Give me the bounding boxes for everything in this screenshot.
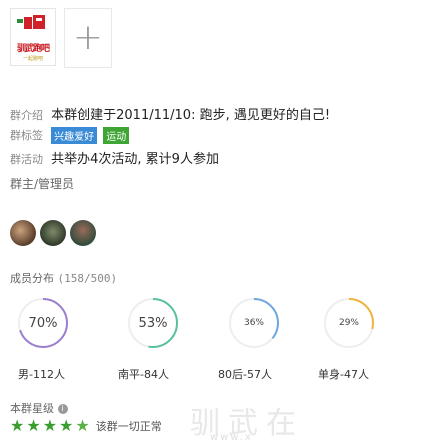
activity-label: 群活动 [10, 153, 43, 166]
ring-status[interactable]: 29% [320, 296, 378, 350]
avatar[interactable] [10, 220, 36, 246]
admin-avatars [10, 220, 96, 246]
ring-percent: 36% [243, 318, 264, 328]
tag-interest[interactable]: 兴趣爱好 [51, 127, 98, 144]
watermark-url: www.x [210, 432, 253, 443]
distribution-title: 成员分布 (158/500) [10, 270, 117, 286]
ring-percent: 29% [338, 318, 359, 328]
distribution-label: 成员分布 [10, 272, 54, 285]
half-star-icon: ★ [75, 416, 90, 435]
intro-value: 本群创建于2011/11/10: 跑步, 遇见更好的自己! [51, 108, 331, 123]
stat-region: 南平-84人 [118, 368, 169, 381]
ring-percent: 70% [28, 315, 58, 331]
group-tags-row: 群标签 兴趣爱好 运动 [10, 127, 131, 144]
logo-icon [17, 15, 45, 29]
stat-gender: 男-112人 [18, 368, 65, 381]
ring-age[interactable]: 36% [225, 296, 283, 350]
star-icon: ★ [42, 416, 58, 435]
plus-icon: + [72, 17, 104, 58]
logo-text: 驯武跑吧 [16, 44, 50, 54]
level-label: 本群星级 [10, 402, 54, 415]
tag-sports[interactable]: 运动 [103, 127, 130, 144]
member-count: (158/500) [57, 272, 118, 285]
tags-label: 群标签 [10, 129, 43, 142]
intro-label: 群介绍 [10, 109, 43, 122]
group-logo[interactable]: 驯武跑吧 一起跑吧 [10, 8, 56, 66]
star-icon: ★ [59, 416, 74, 435]
ring-percent: 53% [138, 315, 168, 331]
group-intro-row: 群介绍 本群创建于2011/11/10: 跑步, 遇见更好的自己! [10, 104, 330, 123]
level-title: 本群星级 i [10, 400, 68, 416]
info-icon[interactable]: i [57, 404, 68, 414]
header-row: 驯武跑吧 一起跑吧 + [10, 8, 112, 68]
level-desc: 该群一切正常 [95, 420, 162, 433]
logo-subtext: 一起跑吧 [22, 56, 43, 62]
activity-value[interactable]: 共举办4次活动, 累计9人参加 [51, 152, 219, 167]
group-activity-row: 群活动 共举办4次活动, 累计9人参加 [10, 148, 219, 167]
stat-age: 80后-57人 [218, 368, 272, 381]
avatar[interactable] [40, 220, 66, 246]
add-photo-button[interactable]: + [64, 8, 112, 68]
stat-status: 单身-47人 [318, 368, 369, 381]
ring-gender[interactable]: 70% [14, 296, 72, 350]
admins-title: 群主/管理员 [10, 177, 75, 191]
star-rating: ★ ★ ★ ★ ★ 该群一切正常 [10, 418, 162, 434]
ring-region[interactable]: 53% [124, 296, 182, 350]
star-icon: ★ [10, 416, 25, 435]
star-icon: ★ [26, 416, 41, 435]
avatar[interactable] [70, 220, 96, 246]
